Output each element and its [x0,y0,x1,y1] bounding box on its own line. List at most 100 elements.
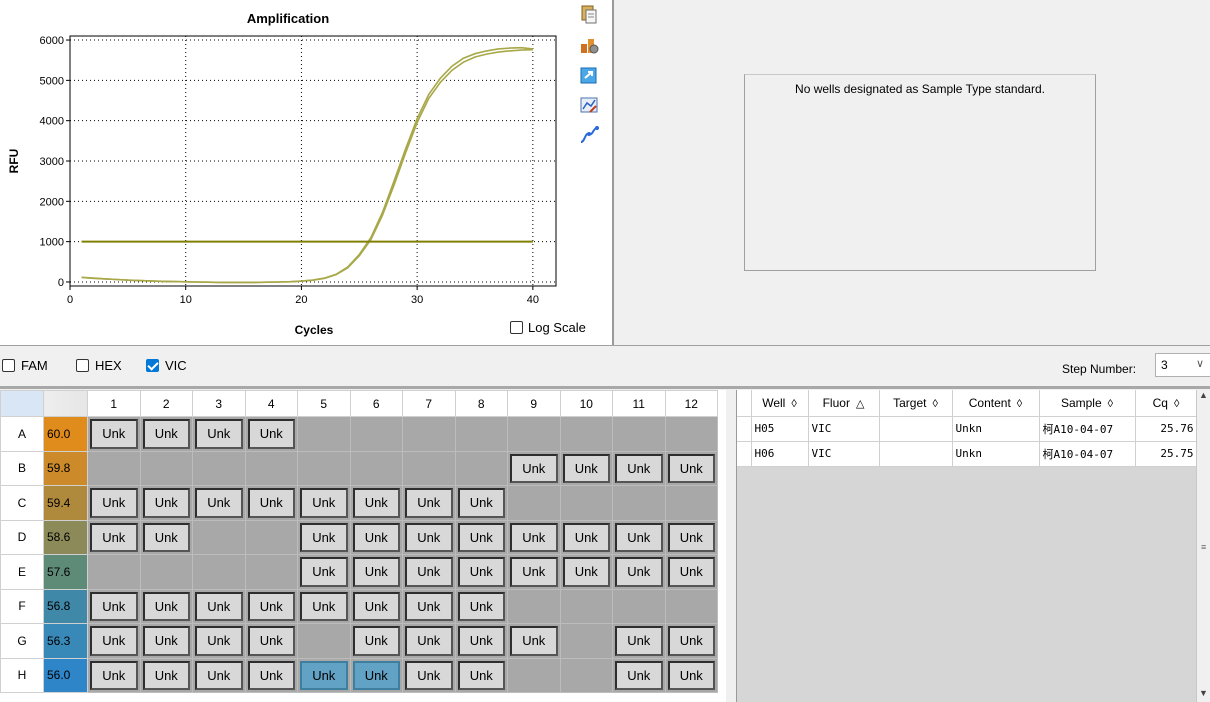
export-icon[interactable] [578,64,600,86]
scroll-grip-icon[interactable]: ≡ [1201,542,1206,552]
plate-well[interactable] [349,450,403,486]
well-button[interactable]: Unk [352,591,400,621]
plate-well[interactable] [297,450,351,486]
step-number-select[interactable]: 3 ∨ [1155,353,1210,377]
well-button[interactable]: Unk [510,626,558,656]
sort-icon[interactable]: ◊ [1017,398,1022,410]
results-row[interactable]: H06 VIC Unkn 柯A10-04-07 25.75 [737,441,1198,467]
plate-well[interactable] [507,485,561,521]
plate-column-header[interactable]: 10 [559,390,613,417]
well-button[interactable]: Unk [457,557,505,587]
well-button[interactable]: Unk [457,522,505,552]
well-button[interactable]: Unk [615,557,663,587]
plate-well[interactable] [612,588,666,624]
plate-well[interactable]: Unk [297,554,351,590]
well-button[interactable]: Unk [300,591,348,621]
plate-row-header[interactable]: B [0,450,44,486]
plate-well[interactable]: Unk [612,623,666,659]
well-button[interactable]: Unk [195,419,243,449]
well-button[interactable]: Unk [195,626,243,656]
plate-well[interactable]: Unk [87,657,141,693]
well-button[interactable]: Unk [142,522,190,552]
plate-well[interactable] [559,416,613,452]
well-button[interactable]: Unk [667,660,715,690]
plate-well[interactable]: Unk [507,519,561,555]
plate-well[interactable] [507,416,561,452]
well-button[interactable]: Unk [615,626,663,656]
plate-well[interactable] [139,554,193,590]
plate-well[interactable]: Unk [349,485,403,521]
well-button[interactable]: Unk [405,522,453,552]
plate-well[interactable] [612,416,666,452]
plate-well[interactable]: Unk [349,657,403,693]
plate-well[interactable]: Unk [612,519,666,555]
fluor-option-hex[interactable]: HEX [76,358,122,373]
log-scale-checkbox[interactable] [510,321,523,334]
well-button[interactable]: Unk [142,419,190,449]
plate-well[interactable]: Unk [507,554,561,590]
well-button[interactable]: Unk [352,626,400,656]
results-column-header[interactable]: Content ◊ [952,390,1040,417]
plate-row-header[interactable]: G [0,623,44,659]
hex-checkbox[interactable] [76,359,89,372]
row-selector[interactable] [737,441,752,467]
results-column-header[interactable]: Sample ◊ [1039,390,1136,417]
plate-well[interactable]: Unk [297,519,351,555]
plate-well[interactable]: Unk [664,519,718,555]
plate-well[interactable] [297,623,351,659]
plate-well[interactable]: Unk [192,657,246,693]
well-button[interactable]: Unk [195,660,243,690]
scroll-down-icon[interactable]: ▼ [1197,688,1210,702]
well-button[interactable]: Unk [142,488,190,518]
well-button[interactable]: Unk [510,453,558,483]
plate-well[interactable]: Unk [454,588,508,624]
well-button[interactable]: Unk [405,591,453,621]
plate-column-header[interactable]: 8 [454,390,508,417]
well-button[interactable]: Unk [352,557,400,587]
trace-style-icon[interactable] [578,124,600,146]
well-button[interactable]: Unk [90,660,138,690]
plate-well[interactable]: Unk [192,485,246,521]
plate-well[interactable]: Unk [612,450,666,486]
plate-well[interactable]: Unk [507,450,561,486]
well-button[interactable]: Unk [247,419,295,449]
plate-column-header[interactable]: 5 [297,390,351,417]
properties-icon[interactable] [578,34,600,56]
plate-well[interactable] [559,623,613,659]
well-button[interactable]: Unk [300,488,348,518]
plate-well[interactable]: Unk [139,588,193,624]
plate-well[interactable]: Unk [559,450,613,486]
vertical-splitter[interactable] [612,0,620,345]
well-button[interactable]: Unk [667,522,715,552]
plate-row-header[interactable]: C [0,485,44,521]
well-button[interactable]: Unk [352,522,400,552]
plate-well[interactable]: Unk [87,485,141,521]
plate-well[interactable]: Unk [192,416,246,452]
plate-well[interactable]: Unk [244,623,298,659]
plate-column-header[interactable]: 12 [664,390,718,417]
well-button[interactable]: Unk [457,660,505,690]
sort-icon[interactable]: ◊ [1174,398,1179,410]
plate-well[interactable]: Unk [402,623,456,659]
plate-well[interactable]: Unk [349,554,403,590]
plate-row-header[interactable]: H [0,657,44,693]
well-button[interactable]: Unk [142,626,190,656]
results-column-header[interactable]: Fluor △ [808,390,880,417]
plate-well[interactable] [192,450,246,486]
sort-icon[interactable]: ◊ [932,398,937,410]
well-button[interactable]: Unk [142,660,190,690]
plate-well[interactable]: Unk [244,416,298,452]
fluor-option-vic[interactable]: VIC [146,358,187,373]
well-button[interactable]: Unk [90,591,138,621]
well-button[interactable]: Unk [247,660,295,690]
plate-well[interactable] [454,450,508,486]
plate-well[interactable]: Unk [454,554,508,590]
plate-well[interactable]: Unk [192,588,246,624]
plate-well[interactable]: Unk [559,554,613,590]
well-button[interactable]: Unk [352,488,400,518]
well-button[interactable]: Unk [300,557,348,587]
well-button[interactable]: Unk [90,522,138,552]
well-button[interactable]: Unk [510,522,558,552]
plate-well[interactable] [559,588,613,624]
well-button[interactable]: Unk [405,660,453,690]
